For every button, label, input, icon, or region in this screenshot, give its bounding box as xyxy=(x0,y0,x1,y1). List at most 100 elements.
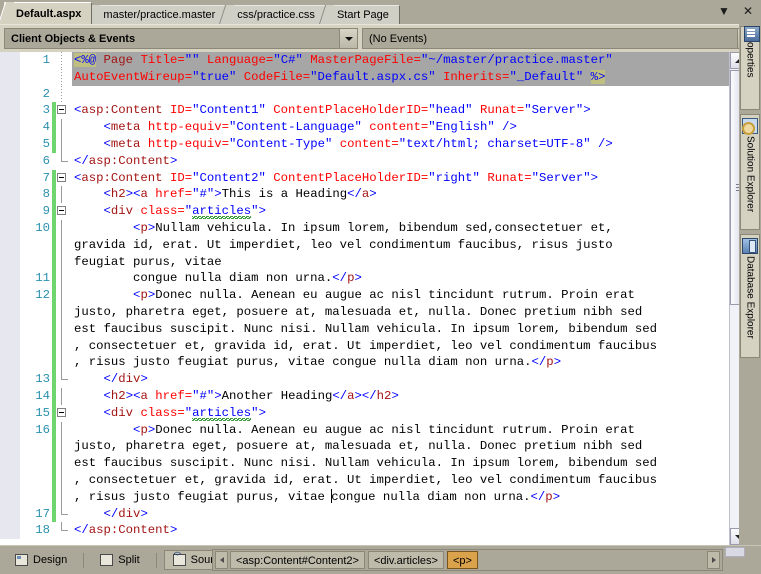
selection-margin[interactable] xyxy=(0,522,20,540)
collapse-box-icon[interactable] xyxy=(57,172,66,182)
selection-margin[interactable] xyxy=(0,404,20,422)
document-tab-0[interactable]: Default.aspx xyxy=(4,2,93,24)
selection-margin[interactable] xyxy=(0,438,20,456)
dock-tab-solution-explorer[interactable]: Solution Explorer xyxy=(740,114,760,230)
selection-margin[interactable] xyxy=(0,68,20,86)
code-line[interactable]: AutoEventWireup="true" CodeFile="Default… xyxy=(0,68,729,86)
code-token: < xyxy=(103,405,111,420)
collapse-box-icon[interactable] xyxy=(57,105,66,115)
code-line[interactable]: 15 <div class="articles"> xyxy=(0,404,729,422)
code-line[interactable]: est faucibus suscipit. Nunc nisi. Nullam… xyxy=(0,320,729,338)
selection-margin[interactable] xyxy=(0,203,20,220)
fold-marker-start[interactable] xyxy=(56,203,72,220)
code-line-text: , consectetuer et, gravida id, erat. Ut … xyxy=(72,338,729,355)
tab-list-dropdown-icon[interactable]: ▼ xyxy=(717,4,731,18)
code-line[interactable]: 6 </asp:Content> xyxy=(0,152,729,170)
code-line[interactable]: 8 <h2><a href="#">This is a Heading</a> xyxy=(0,186,729,204)
code-line[interactable]: , risus justo feugiat purus, vitae congu… xyxy=(0,488,729,506)
code-line[interactable]: est faucibus suscipit. Nunc nisi. Nullam… xyxy=(0,455,729,472)
code-line[interactable]: 18 </asp:Content> xyxy=(0,522,729,540)
selection-margin[interactable] xyxy=(0,387,20,405)
code-text[interactable]: 1 <%@ Page Title="" Language="C#" MasterP… xyxy=(0,52,729,540)
code-line[interactable]: feugiat purus, vitae xyxy=(0,253,729,271)
code-viewport: 1 <%@ Page Title="" Language="C#" MasterP… xyxy=(0,52,729,545)
code-line[interactable]: 9 <div class="articles"> xyxy=(0,203,729,220)
selection-margin[interactable] xyxy=(0,471,20,489)
client-objects-dropdown-button[interactable] xyxy=(339,29,357,48)
breadcrumb-scroll-left-button[interactable] xyxy=(215,551,228,569)
code-line[interactable]: 11 congue nulla diam non urna.</p> xyxy=(0,270,729,288)
selection-margin[interactable] xyxy=(0,219,20,237)
code-line[interactable]: 7 <asp:Content ID="Content2" ContentPlace… xyxy=(0,169,729,187)
selection-margin[interactable] xyxy=(0,270,20,288)
selection-margin[interactable] xyxy=(0,85,20,103)
code-line[interactable]: 3 <asp:Content ID="Content1" ContentPlace… xyxy=(0,102,729,120)
code-line[interactable]: 1 <%@ Page Title="" Language="C#" MasterP… xyxy=(0,52,729,69)
code-line[interactable]: justo, pharetra eget, posuere at, malesu… xyxy=(0,438,729,456)
document-tab-1[interactable]: master/practice.master xyxy=(91,5,227,24)
selection-margin[interactable] xyxy=(0,186,20,204)
selection-margin[interactable] xyxy=(0,488,20,506)
code-line[interactable]: justo, pharetra eget, posuere at, malesu… xyxy=(0,303,729,321)
fold-marker-start[interactable] xyxy=(56,102,72,119)
events-dropdown[interactable]: (No Events) xyxy=(362,28,756,49)
fold-marker-start[interactable] xyxy=(56,405,72,422)
selection-margin[interactable] xyxy=(0,253,20,271)
source-editor[interactable]: 1 <%@ Page Title="" Language="C#" MasterP… xyxy=(0,52,761,545)
code-line[interactable]: 14 <h2><a href="#">Another Heading</a></… xyxy=(0,387,729,405)
code-token: ID= xyxy=(169,103,193,118)
code-token: > xyxy=(140,506,148,521)
breadcrumb-scroll-right-button[interactable] xyxy=(707,551,720,569)
breadcrumb-item-2[interactable]: <p> xyxy=(446,551,478,569)
collapse-box-icon[interactable] xyxy=(57,407,66,417)
code-line[interactable]: 16 <p>Donec nulla. Aenean eu augue ac ni… xyxy=(0,421,729,439)
code-line[interactable]: gravida id, erat. Ut imperdiet, leo vel … xyxy=(0,236,729,254)
code-line[interactable]: , consectetuer et, gravida id, erat. Ut … xyxy=(0,337,729,355)
document-tab-2[interactable]: css/practice.css xyxy=(225,5,326,24)
selection-margin[interactable] xyxy=(0,236,20,254)
horizontal-scrollbar-stub[interactable] xyxy=(725,547,745,557)
breadcrumb-item-1[interactable]: <div.articles> xyxy=(367,551,444,569)
selection-margin[interactable] xyxy=(0,102,20,120)
selection-margin[interactable] xyxy=(0,287,20,304)
selection-margin[interactable] xyxy=(0,135,20,153)
selection-margin[interactable] xyxy=(0,455,20,472)
view-button-design[interactable]: Design xyxy=(6,550,76,570)
client-objects-dropdown[interactable]: Client Objects & Events xyxy=(4,28,358,49)
selection-margin[interactable] xyxy=(0,371,20,388)
breadcrumb-item-0[interactable]: <asp:Content#Content2> xyxy=(230,551,365,569)
code-line[interactable]: 5 <meta http-equiv="Content-Type" conten… xyxy=(0,135,729,153)
selection-margin[interactable] xyxy=(0,152,20,170)
line-number: 13 xyxy=(35,372,50,387)
selection-margin[interactable] xyxy=(0,337,20,355)
selection-margin[interactable] xyxy=(0,119,20,136)
selection-margin[interactable] xyxy=(0,505,20,523)
code-line[interactable]: 13 </div> xyxy=(0,371,729,388)
code-line-text: <p>Donec nulla. Aenean eu augue ac nisl … xyxy=(72,422,729,439)
code-line[interactable]: 12 <p>Donec nulla. Aenean eu augue ac ni… xyxy=(0,287,729,304)
selection-margin[interactable] xyxy=(0,169,20,187)
selection-margin[interactable] xyxy=(0,320,20,338)
line-number: 8 xyxy=(42,187,50,202)
fold-marker-start[interactable] xyxy=(56,170,72,187)
collapse-box-icon[interactable] xyxy=(57,206,66,216)
code-line[interactable]: 17 </div> xyxy=(0,505,729,523)
selection-margin[interactable] xyxy=(0,421,20,439)
selection-margin[interactable] xyxy=(0,52,20,69)
document-tab-3[interactable]: Start Page xyxy=(324,5,400,24)
line-number xyxy=(20,254,52,271)
code-line[interactable]: , risus justo feugiat purus, vitae congu… xyxy=(0,354,729,372)
dock-tab-database-explorer[interactable]: Database Explorer xyxy=(740,234,760,358)
code-line[interactable]: , consectetuer et, gravida id, erat. Ut … xyxy=(0,471,729,489)
code-line[interactable]: 4 <meta http-equiv="Content-Language" co… xyxy=(0,119,729,136)
code-line[interactable]: 2 xyxy=(0,85,729,103)
close-icon[interactable]: ✕ xyxy=(741,4,755,18)
selection-margin[interactable] xyxy=(0,354,20,372)
code-line[interactable]: 10 <p>Nullam vehicula. In ipsum lorem, b… xyxy=(0,219,729,237)
selection-margin[interactable] xyxy=(0,303,20,321)
view-button-split[interactable]: Split xyxy=(91,550,148,570)
